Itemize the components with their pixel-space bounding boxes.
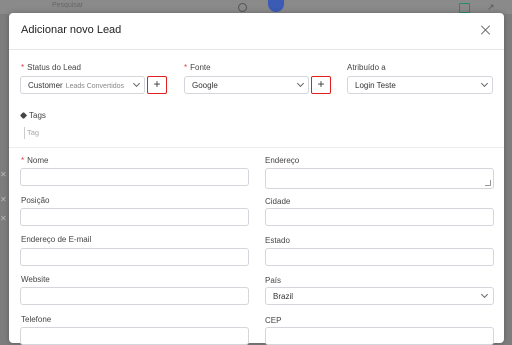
nome-input[interactable] <box>20 168 249 186</box>
fonte-value: Google <box>192 81 218 90</box>
estado-input[interactable] <box>265 248 494 266</box>
atribuido-label: Atribuído a <box>347 63 386 72</box>
close-icon: ✕ <box>0 195 7 204</box>
telefone-label: Telefone <box>21 315 52 324</box>
chevron-down-icon <box>480 290 489 299</box>
chevron-down-icon <box>132 79 141 88</box>
modal-header: Adicionar novo Lead <box>9 13 504 50</box>
website-label: Website <box>21 275 50 284</box>
tag-icon <box>19 111 28 120</box>
estado-label: Estado <box>265 236 290 245</box>
cidade-input[interactable] <box>265 208 494 226</box>
status-value-sub: Leads Convertidos <box>65 83 125 90</box>
chevron-down-icon <box>480 79 489 88</box>
tags-input-cursor <box>24 127 25 139</box>
posicao-input[interactable] <box>20 208 249 226</box>
section-divider <box>9 147 504 148</box>
add-lead-modal: Adicionar novo Lead * Status do Lead Cust… <box>9 13 504 345</box>
atribuido-select[interactable]: Login Teste <box>347 76 493 94</box>
modal-title: Adicionar novo Lead <box>21 24 122 36</box>
fonte-label: * Fonte <box>184 63 211 72</box>
email-input[interactable] <box>20 248 249 266</box>
pais-label: País <box>265 276 282 285</box>
close-icon[interactable] <box>480 24 492 36</box>
search-icon <box>238 3 247 12</box>
tags-input[interactable]: Tag <box>27 128 39 137</box>
add-fonte-button[interactable]: + <box>311 76 331 94</box>
pais-value: Brazil <box>273 292 294 301</box>
pais-select[interactable]: Brazil <box>265 287 494 305</box>
status-value: Customer <box>28 81 63 90</box>
app-icon <box>459 3 470 13</box>
chevron-down-icon <box>296 79 305 88</box>
email-label: Endereço de E-mail <box>21 235 92 244</box>
website-input[interactable] <box>20 287 249 305</box>
status-select[interactable]: Customer Leads Convertidos <box>20 76 145 94</box>
background-search-placeholder: Pesquisar <box>52 2 84 9</box>
cidade-label: Cidade <box>265 197 291 206</box>
atribuido-value: Login Teste <box>355 81 396 90</box>
fonte-select[interactable]: Google <box>184 76 309 94</box>
tags-label: Tags <box>29 111 46 120</box>
endereco-textarea[interactable] <box>265 168 494 189</box>
telefone-input[interactable] <box>20 327 249 345</box>
add-status-button[interactable]: + <box>147 76 167 94</box>
cep-label: CEP <box>265 316 282 325</box>
nome-label: * Nome <box>21 156 49 165</box>
resize-handle[interactable] <box>485 180 491 186</box>
status-label: * Status do Lead <box>21 63 81 72</box>
close-icon: ✕ <box>0 214 7 223</box>
close-icon: ✕ <box>0 170 7 179</box>
posicao-label: Posição <box>21 196 50 205</box>
cep-input[interactable] <box>265 327 494 345</box>
endereco-label: Endereço <box>265 156 300 165</box>
share-icon: ↗ <box>487 2 495 12</box>
